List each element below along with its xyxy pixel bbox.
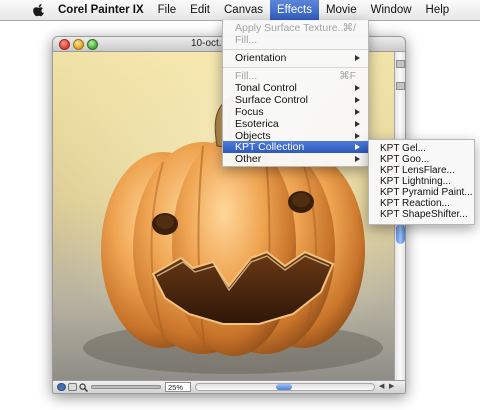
menu-app-name[interactable]: Corel Painter IX — [58, 0, 151, 21]
submenu-arrow-icon — [355, 55, 360, 61]
menu-item-apply-surface-texture: Apply Surface Texture... ⌘/ — [223, 22, 368, 34]
menu-item-fill: Fill... — [223, 34, 368, 46]
menu-item-esoterica[interactable]: Esoterica — [223, 118, 368, 130]
menu-item-label: Apply Surface Texture... — [235, 22, 347, 34]
horizontal-scrollbar[interactable] — [195, 383, 375, 391]
menu-item-label: Surface Control — [235, 94, 308, 106]
side-tool-icon[interactable] — [396, 60, 405, 68]
submenu-arrow-icon — [355, 121, 360, 127]
status-bar: 25% ◀ ▶ — [53, 380, 405, 393]
menu-item-label: Other — [235, 153, 262, 165]
menu-canvas[interactable]: Canvas — [217, 0, 270, 21]
menu-separator — [223, 49, 368, 50]
close-icon[interactable] — [59, 39, 70, 50]
menu-help[interactable]: Help — [419, 0, 457, 21]
screen: Corel Painter IX File Edit Canvas Effect… — [0, 0, 480, 410]
menu-item-label: KPT Collection — [235, 141, 305, 153]
grabber-icon[interactable] — [57, 383, 66, 391]
menu-edit[interactable]: Edit — [183, 0, 217, 21]
zoom-icon[interactable] — [87, 39, 98, 50]
horizontal-scroll-thumb[interactable] — [276, 384, 292, 390]
menu-item-orientation[interactable]: Orientation — [223, 52, 368, 64]
submenu-arrow-icon — [355, 133, 360, 139]
menu-item-other[interactable]: Other — [223, 153, 368, 165]
menu-effects[interactable]: Effects — [270, 0, 319, 21]
menu-item-shortcut: ⌘/ — [342, 22, 356, 34]
menu-item-label: Focus — [235, 106, 264, 118]
window-title: 10-oct. — [191, 38, 222, 49]
menu-file[interactable]: File — [151, 0, 184, 21]
menu-item-label: Orientation — [235, 52, 287, 64]
vertical-scroll-thumb[interactable] — [396, 224, 405, 244]
submenu-arrow-icon — [355, 85, 360, 91]
magnifier-icon[interactable] — [79, 383, 88, 392]
scroll-left-icon[interactable]: ◀ — [379, 382, 384, 390]
minimize-icon[interactable] — [73, 39, 84, 50]
scroll-right-icon[interactable]: ▶ — [389, 382, 394, 390]
menu-item-kpt-shapeshifter[interactable]: KPT ShapeShifter... — [369, 209, 474, 221]
submenu-arrow-icon — [355, 97, 360, 103]
submenu-arrow-icon — [355, 156, 360, 162]
side-tool-icon[interactable] — [396, 82, 405, 90]
menu-item-label: Fill... — [235, 70, 258, 82]
menu-item-tonal-control[interactable]: Tonal Control — [223, 82, 368, 94]
menu-item-fill-shortcut: Fill... ⌘F — [223, 70, 368, 82]
menu-item-shortcut: ⌘F — [339, 70, 356, 82]
kpt-collection-submenu: KPT Gel... KPT Goo... KPT LensFlare... K… — [368, 139, 475, 225]
menu-item-label: Esoterica — [235, 118, 279, 130]
menu-item-kpt-collection[interactable]: KPT Collection — [223, 141, 368, 153]
zoom-field[interactable]: 25% — [165, 382, 191, 392]
submenu-arrow-icon — [355, 109, 360, 115]
menu-bar: Corel Painter IX File Edit Canvas Effect… — [0, 0, 480, 21]
menu-window[interactable]: Window — [364, 0, 419, 21]
grid-icon[interactable] — [68, 383, 77, 391]
zoom-slider[interactable] — [91, 385, 161, 389]
menu-item-label: Tonal Control — [235, 82, 297, 94]
menu-movie[interactable]: Movie — [319, 0, 364, 21]
submenu-arrow-icon — [355, 144, 360, 150]
menu-item-focus[interactable]: Focus — [223, 106, 368, 118]
menu-separator — [223, 67, 368, 68]
menu-item-label: Fill... — [235, 34, 258, 46]
effects-menu: Apply Surface Texture... ⌘/ Fill... Orie… — [222, 20, 369, 167]
menu-item-surface-control[interactable]: Surface Control — [223, 94, 368, 106]
apple-icon[interactable] — [32, 3, 46, 17]
